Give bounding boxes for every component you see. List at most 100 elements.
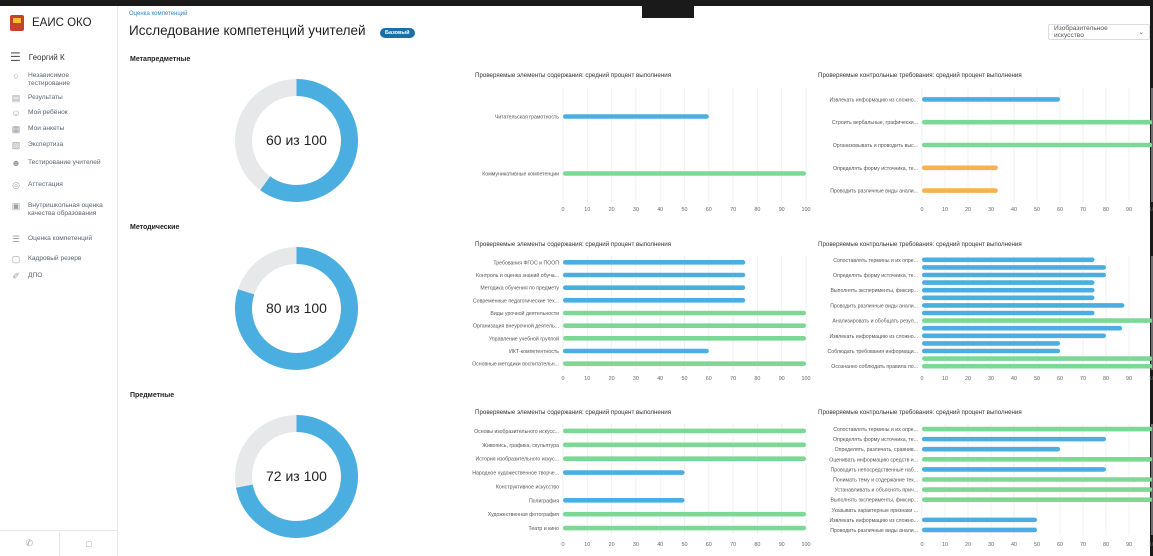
bar[interactable]	[922, 497, 1152, 502]
bar-chart: 0 10 20 30 40 50 60 70 80 90 10 Сопоставлять термин…	[829, 424, 1153, 548]
bar[interactable]	[922, 265, 1106, 270]
bar[interactable]	[563, 323, 806, 328]
sidebar-item[interactable]: ▢ Кадровый резерв	[0, 255, 118, 264]
donut-label: 72 из 100	[266, 468, 327, 484]
x-tick-label: 10	[942, 542, 948, 548]
bar[interactable]	[922, 257, 1095, 263]
y-category-label: Живопись, графика, скульптура	[482, 443, 559, 449]
bar[interactable]	[922, 457, 1152, 462]
x-tick-label: 10	[1149, 207, 1153, 213]
bar[interactable]	[922, 426, 1152, 432]
sidebar-item[interactable]: ☻ Тестирование учителей	[0, 159, 118, 168]
bar[interactable]	[563, 428, 806, 434]
sidebar-item[interactable]: ▤ Результаты	[0, 94, 118, 103]
subject-select-value: Изобразительное искусство	[1054, 25, 1108, 39]
breadcrumb[interactable]: Оценка компетенций	[129, 11, 187, 17]
bar[interactable]	[563, 442, 806, 448]
bar[interactable]	[563, 498, 685, 503]
bar[interactable]	[922, 310, 1095, 316]
x-tick-label: 80	[1103, 376, 1109, 382]
bar[interactable]	[922, 467, 1106, 472]
bar[interactable]	[563, 298, 746, 303]
y-category-label: Художественная фотография	[488, 512, 559, 518]
map-icon[interactable]: □	[58, 531, 119, 556]
bar[interactable]	[922, 363, 1152, 369]
bar[interactable]	[922, 333, 1106, 339]
y-category-label: История изобразительного искус...	[475, 457, 559, 463]
app-logo[interactable]: ЕАИС ОКО	[10, 12, 92, 34]
bar[interactable]	[922, 527, 1037, 533]
x-tick-label: 40	[1011, 376, 1017, 382]
sidebar-item[interactable]: ☺ Мой ребёнок	[0, 109, 118, 118]
bar[interactable]	[922, 325, 1123, 331]
bar[interactable]	[922, 436, 1106, 442]
sidebar-item[interactable]: ○ Независимое тестирование	[0, 72, 118, 88]
bar[interactable]	[563, 260, 746, 265]
bar[interactable]	[563, 361, 806, 366]
sidebar-item-label: Мой ребёнок	[28, 109, 68, 116]
x-tick-label: 0	[562, 207, 565, 213]
bar[interactable]	[922, 295, 1095, 301]
sidebar-item[interactable]: ◎ Аттестация	[0, 181, 118, 190]
bar[interactable]	[563, 470, 685, 475]
subject-select[interactable]: Изобразительное искусство ⌄	[1048, 24, 1150, 40]
menu-icon[interactable]: ☰	[10, 50, 21, 64]
sidebar-item[interactable]: ✐ ДПО	[0, 272, 118, 281]
y-category-label: Проводить различные виды анали...	[830, 303, 918, 309]
bar[interactable]	[922, 119, 1152, 125]
y-category-label: Понимать тему и содержание тек...	[833, 478, 918, 484]
sidebar-item[interactable]: ☰ Оценка компетенций	[0, 235, 118, 244]
bar[interactable]	[563, 348, 709, 354]
bar[interactable]	[922, 188, 998, 193]
main-content: Оценка компетенций Исследование компетен…	[118, 6, 1153, 556]
coat-of-arms-icon	[10, 15, 24, 31]
bar[interactable]	[922, 318, 1152, 323]
y-category-label: Проводить различные виды анали...	[830, 189, 918, 195]
x-tick-label: 90	[1126, 542, 1132, 548]
user-menu[interactable]: ☰ Георгий К	[10, 50, 65, 64]
bar[interactable]	[922, 341, 1060, 346]
y-category-label: ИКТ-компетентность	[509, 349, 559, 355]
x-tick-label: 30	[633, 376, 639, 382]
bar[interactable]	[922, 287, 1095, 293]
x-tick-label: 10	[1149, 542, 1153, 548]
bar[interactable]	[922, 446, 1060, 452]
x-tick-label: 10	[584, 376, 590, 382]
bar[interactable]	[922, 487, 1152, 492]
sidebar-item[interactable]: ▦ Мои анкеты	[0, 125, 118, 134]
bar[interactable]	[922, 303, 1125, 308]
x-tick-label: 50	[1034, 207, 1040, 213]
phone-icon[interactable]: ✆	[0, 531, 59, 556]
bar[interactable]	[922, 348, 1060, 354]
bar[interactable]	[922, 477, 1152, 482]
bar[interactable]	[563, 285, 746, 290]
y-category-label: Основные методики воспитательн...	[472, 362, 559, 368]
x-tick-label: 0	[921, 207, 924, 213]
bar[interactable]	[563, 456, 806, 461]
bar[interactable]	[922, 272, 1106, 278]
bar-chart: 0 10 20 30 40 50 60 70 80 90 10 Сопоставлять термин…	[828, 256, 1153, 382]
sidebar-item[interactable]: ▣ Внутришкольная оценка качества образова…	[0, 202, 118, 218]
bar[interactable]	[922, 517, 1037, 523]
bar[interactable]	[563, 272, 746, 278]
bar[interactable]	[922, 97, 1060, 102]
x-tick-label: 40	[657, 376, 663, 382]
sidebar-item[interactable]: ▧ Экспертиза	[0, 141, 118, 150]
x-tick-label: 40	[1011, 207, 1017, 213]
sidebar: ЕАИС ОКО ☰ Георгий К ○ Независимое тестир…	[0, 6, 118, 556]
bar[interactable]	[922, 165, 998, 171]
bar[interactable]	[563, 511, 806, 517]
bar[interactable]	[922, 356, 1152, 361]
x-tick-label: 40	[657, 207, 663, 213]
y-category-label: Организация внеурочной деятель...	[473, 323, 559, 330]
bar[interactable]	[563, 171, 806, 176]
bar[interactable]	[563, 336, 806, 341]
bar[interactable]	[922, 142, 1152, 148]
bar[interactable]	[563, 525, 806, 531]
bar-chart: 0 10 20 30 40 50 60 70 80 90 100 Требования ФГОС и …	[472, 256, 811, 382]
bar[interactable]	[563, 114, 709, 119]
y-category-label: Строить вербальные, графически...	[832, 120, 918, 126]
bar[interactable]	[922, 280, 1095, 285]
y-category-label: Определять форму источника, те...	[833, 166, 918, 172]
bar[interactable]	[563, 310, 806, 316]
